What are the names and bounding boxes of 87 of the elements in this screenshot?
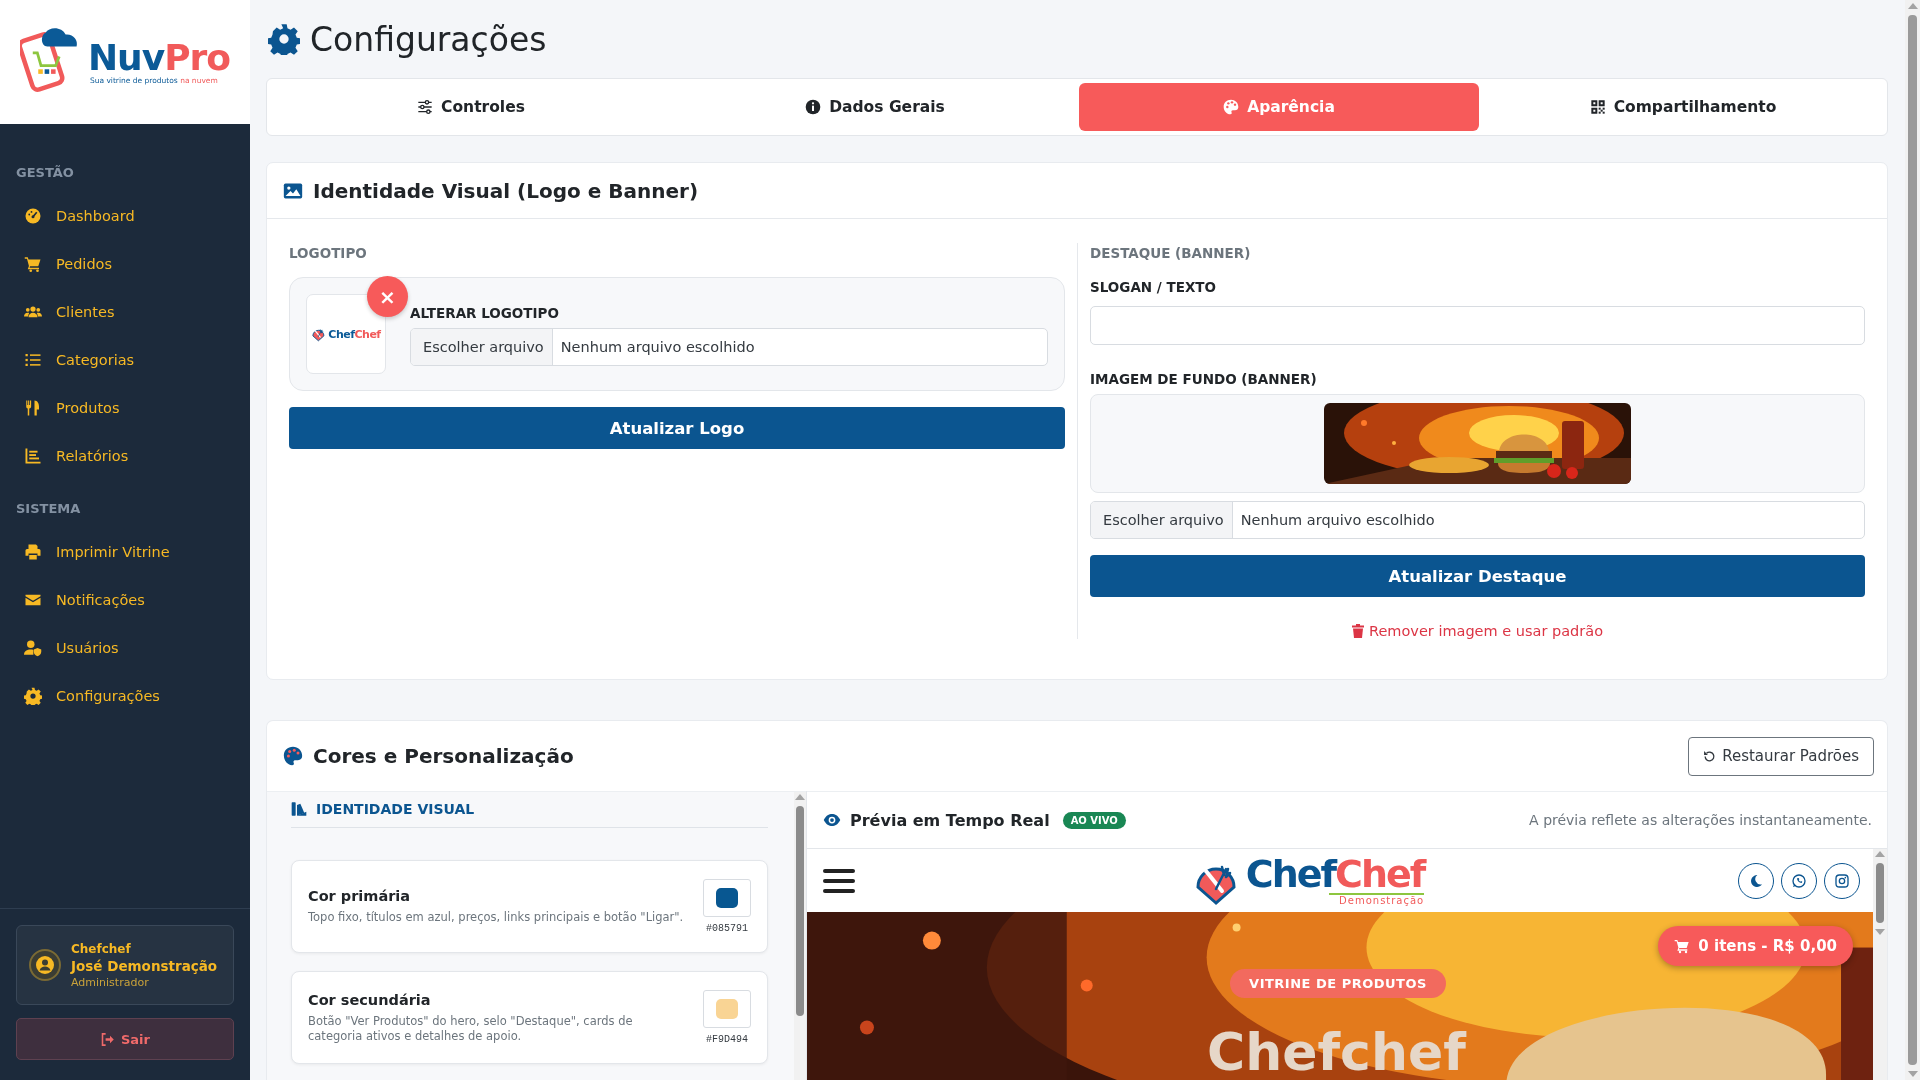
file-name: Nenhum arquivo escolhido [1239,511,1436,530]
user-name: José Demonstração [71,957,218,974]
scrollbar[interactable] [1873,849,1887,1080]
nav-item[interactable]: Relatórios [0,432,250,480]
color-hex-value: #F9D494 [706,1034,748,1045]
hero-heading: Chefchef [1207,1024,1466,1080]
nav-item[interactable]: Configurações [0,672,250,720]
camera-button[interactable] [1824,862,1860,899]
remove-image-link[interactable]: Remover imagem e usar padrão [1351,623,1604,639]
gauge-icon [24,207,42,225]
file-input[interactable]: Escolher arquivo Nenhum arquivo escolhido [410,327,1048,366]
logo-text: ChefChef [328,327,381,341]
user-avatar-icon [29,949,61,981]
card-title: Identidade Visual (Logo e Banner) [313,178,699,203]
tab[interactable]: Controles [271,83,671,131]
update-banner-button[interactable]: Atualizar Destaque [1090,555,1865,597]
nav-section-title: SISTEMA [15,501,82,516]
section-label: DESTAQUE (BANNER) [1090,245,1251,261]
chat-icon [1791,872,1807,889]
menu-icon[interactable] [823,867,855,894]
color-description: Botão "Ver Produtos" do hero, selo "Destaque", cards de categoria ativos e detalhes de apoio. [308,1014,634,1043]
preview-note: A prévia reflete as alterações instantaneamente. [1529,812,1872,828]
info-icon [805,99,822,115]
trash-icon [1351,624,1364,638]
color-name: Cor secundária [308,992,432,1009]
section-label: LOGOTIPO [289,245,367,261]
scrollbar[interactable] [1905,0,1920,1080]
swatches-icon [291,801,307,817]
restore-defaults-button[interactable]: Restaurar Padrões [1688,736,1874,776]
cart-icon [24,255,42,273]
nav-item[interactable]: Pedidos [0,240,250,288]
field-label: ALTERAR LOGOTIPO [410,304,559,321]
utensils-icon [24,399,42,417]
brand-name: NuvPro [87,39,230,76]
cart-icon [1674,938,1691,954]
printer-icon [24,543,42,561]
field-label: SLOGAN / TEXTO [1090,279,1216,295]
color-hex-value: #085791 [706,923,748,934]
choose-file-button[interactable]: Escolher arquivo [1091,502,1233,538]
nav-item[interactable]: Clientes [0,288,250,336]
palette-icon [283,746,303,766]
section-title: IDENTIDADE VISUAL [316,801,475,817]
nav-item[interactable]: Produtos [0,384,250,432]
update-logo-button[interactable]: Atualizar Logo [289,407,1065,449]
sliders-icon [417,99,434,115]
site-name: ChefChef [1245,855,1425,893]
color-picker[interactable] [703,879,751,917]
nav-section-title: GESTÃO [15,165,75,180]
logout-button[interactable]: Sair [16,1018,234,1060]
eye-icon [823,811,841,829]
nav-item[interactable]: Categorias [0,336,250,384]
moon-icon [1748,872,1764,889]
color-description: Topo fixo, títulos em azul, preços, links principais e botão "Ligar". [308,910,685,925]
logout-icon [100,1031,115,1047]
field-label: IMAGEM DE FUNDO (BANNER) [1090,371,1317,387]
site-subtitle: Demonstração [1329,893,1425,906]
color-picker[interactable] [703,990,751,1028]
live-badge: AO VIVO [1062,811,1126,829]
gear-icon [24,687,42,705]
hero-badge: VITRINE DE PRODUTOS [1230,969,1446,998]
user-role: Administrador [71,975,150,989]
list-icon [24,351,42,369]
tab[interactable]: Compartilhamento [1483,83,1883,131]
file-name: Nenhum arquivo escolhido [559,337,756,357]
gear-icon [268,23,300,55]
palette-icon [1223,99,1240,115]
page-title: Configurações [310,19,547,59]
scrollbar[interactable] [794,792,806,1080]
nav-item[interactable]: Notificações [0,576,250,624]
nav-item[interactable]: Usuários [0,624,250,672]
chat-button[interactable] [1781,862,1817,899]
chart-icon [24,447,42,465]
company-name: Chefchef [71,941,132,956]
nav-item[interactable]: Dashboard [0,192,250,240]
user-shield-icon [24,639,42,657]
file-input[interactable]: Escolher arquivo Nenhum arquivo escolhido [1090,501,1865,539]
card-title: Cores e Personalização [313,744,575,768]
preview-title: Prévia em Tempo Real [850,810,1050,830]
qr-code-icon [1589,99,1606,115]
color-name: Cor primária [308,888,412,905]
slogan-field[interactable] [1090,306,1865,345]
moon-button[interactable] [1738,862,1774,899]
undo-icon [1703,749,1717,763]
camera-icon [1834,872,1850,889]
nav-item[interactable]: Imprimir Vitrine [0,528,250,576]
tab[interactable]: Dados Gerais [675,83,1075,131]
choose-file-button[interactable]: Escolher arquivo [411,328,553,365]
